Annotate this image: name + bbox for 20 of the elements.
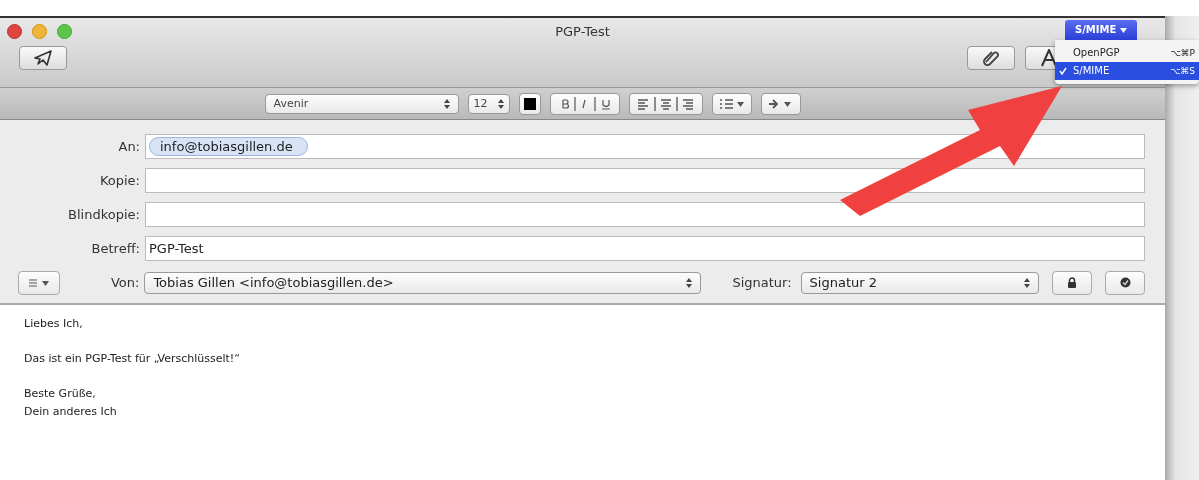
recipient-token[interactable]: info@tobiasgillen.de	[149, 137, 308, 156]
menu-item[interactable]: OpenPGP ⌥⌘P	[1055, 43, 1199, 62]
security-menu-button[interactable]: S/MIME	[1065, 19, 1137, 40]
field-label: Kopie:	[98, 173, 140, 188]
message-paragraph: Liebes Ich,	[24, 316, 84, 332]
input-field[interactable]: PGP-Test	[145, 236, 1145, 261]
signature-select[interactable]: Signatur 2	[800, 271, 1040, 294]
field-label: Blindkopie:	[67, 207, 140, 222]
sender-select[interactable]: Tobias Gillen <info@tobiasgillen.de>	[144, 271, 702, 294]
field-label: An:	[117, 139, 140, 154]
message-paragraph: Das ist ein PGP-Test für „Verschlüsselt!“	[24, 351, 241, 367]
size-select[interactable]: 12	[467, 93, 510, 114]
field-label: Betreff:	[90, 241, 140, 256]
recipient-field[interactable]: info@tobiasgillen.de	[145, 134, 1145, 159]
font-select[interactable]: Avenir	[264, 93, 459, 114]
menu-item[interactable]: S/MIME ⌥⌘S	[1055, 61, 1199, 80]
message-paragraph: Beste Grüße, Dein anderes Ich	[24, 386, 118, 420]
window-title: PGP-Test	[555, 24, 610, 39]
field-label: Signatur:	[732, 275, 792, 290]
field-label: Von:	[109, 275, 140, 290]
